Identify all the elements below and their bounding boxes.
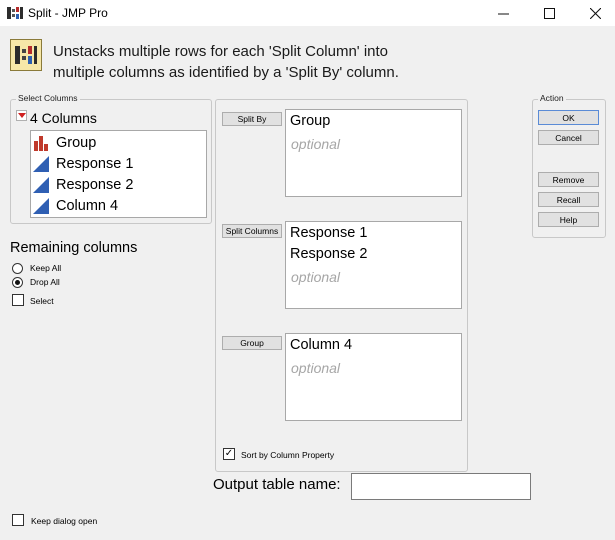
- keep-dialog-open-checkbox[interactable]: [12, 514, 24, 526]
- continuous-triangle-icon: [33, 176, 51, 193]
- maximize-button[interactable]: [526, 0, 572, 26]
- column-item-label: Response 2: [56, 176, 134, 193]
- column-count: 4 Columns: [30, 110, 97, 126]
- split-by-optional-hint: optional: [291, 136, 341, 152]
- split-columns-item[interactable]: Response 1: [290, 225, 367, 241]
- ok-button[interactable]: OK: [538, 110, 599, 125]
- column-item-response-2[interactable]: Response 2: [33, 174, 205, 195]
- column-item-group[interactable]: Group: [33, 132, 205, 153]
- select-label: Select: [30, 296, 54, 306]
- split-columns-item[interactable]: Response 2: [290, 246, 367, 262]
- continuous-triangle-icon: [33, 155, 51, 172]
- column-item-response-1[interactable]: Response 1: [33, 153, 205, 174]
- split-columns-list[interactable]: Response 1 Response 2 optional: [285, 221, 462, 309]
- window-title: Split - JMP Pro: [28, 6, 108, 20]
- column-item-column-4[interactable]: Column 4: [33, 195, 205, 216]
- column-item-label: Response 1: [56, 155, 134, 172]
- select-columns-label: Select Columns: [16, 93, 80, 103]
- minimize-icon: [497, 13, 509, 14]
- description-line-2: multiple columns as identified by a 'Spl…: [53, 64, 399, 81]
- dialog-description: Unstacks multiple rows for each 'Split C…: [53, 41, 473, 83]
- description-line-1: Unstacks multiple rows for each 'Split C…: [53, 43, 389, 60]
- help-button[interactable]: Help: [538, 212, 599, 227]
- column-item-label: Group: [56, 134, 97, 151]
- cancel-button[interactable]: Cancel: [538, 130, 599, 145]
- maximize-icon: [543, 7, 555, 19]
- continuous-triangle-icon: [33, 197, 51, 214]
- group-button[interactable]: Group: [222, 336, 282, 350]
- sort-by-column-property-label: Sort by Column Property: [241, 450, 335, 460]
- select-checkbox[interactable]: [12, 294, 24, 306]
- drop-all-radio[interactable]: [12, 277, 23, 288]
- drop-all-label: Drop All: [30, 277, 60, 287]
- split-columns-optional-hint: optional: [291, 269, 341, 285]
- split-by-list[interactable]: Group optional: [285, 109, 462, 197]
- remove-button[interactable]: Remove: [538, 172, 599, 187]
- keep-dialog-open-label: Keep dialog open: [31, 516, 98, 526]
- keep-all-label: Keep All: [30, 263, 62, 273]
- sort-by-column-property-checkbox[interactable]: ✓: [223, 448, 235, 460]
- action-label: Action: [538, 93, 566, 103]
- minimize-button[interactable]: [480, 0, 526, 26]
- output-table-name-input[interactable]: [351, 473, 531, 500]
- recall-button[interactable]: Recall: [538, 192, 599, 207]
- group-optional-hint: optional: [291, 360, 341, 376]
- nominal-bar-icon: [33, 135, 51, 151]
- group-list[interactable]: Column 4 optional: [285, 333, 462, 421]
- remaining-columns-heading: Remaining columns: [10, 240, 138, 256]
- close-button[interactable]: [572, 0, 615, 26]
- close-icon: [589, 7, 601, 19]
- column-item-label: Column 4: [56, 197, 119, 214]
- split-by-item[interactable]: Group: [290, 113, 330, 129]
- split-tool-icon: [10, 39, 42, 71]
- split-columns-button[interactable]: Split Columns: [222, 224, 282, 238]
- jmp-split-app-icon: [7, 6, 23, 20]
- keep-all-radio[interactable]: [12, 263, 23, 274]
- output-table-name-label: Output table name:: [213, 476, 341, 493]
- columns-list[interactable]: Group Response 1 Response 2 Column 4: [30, 130, 207, 218]
- split-by-button[interactable]: Split By: [222, 112, 282, 126]
- group-item[interactable]: Column 4: [290, 337, 352, 353]
- columns-menu-triangle-icon[interactable]: [16, 110, 27, 121]
